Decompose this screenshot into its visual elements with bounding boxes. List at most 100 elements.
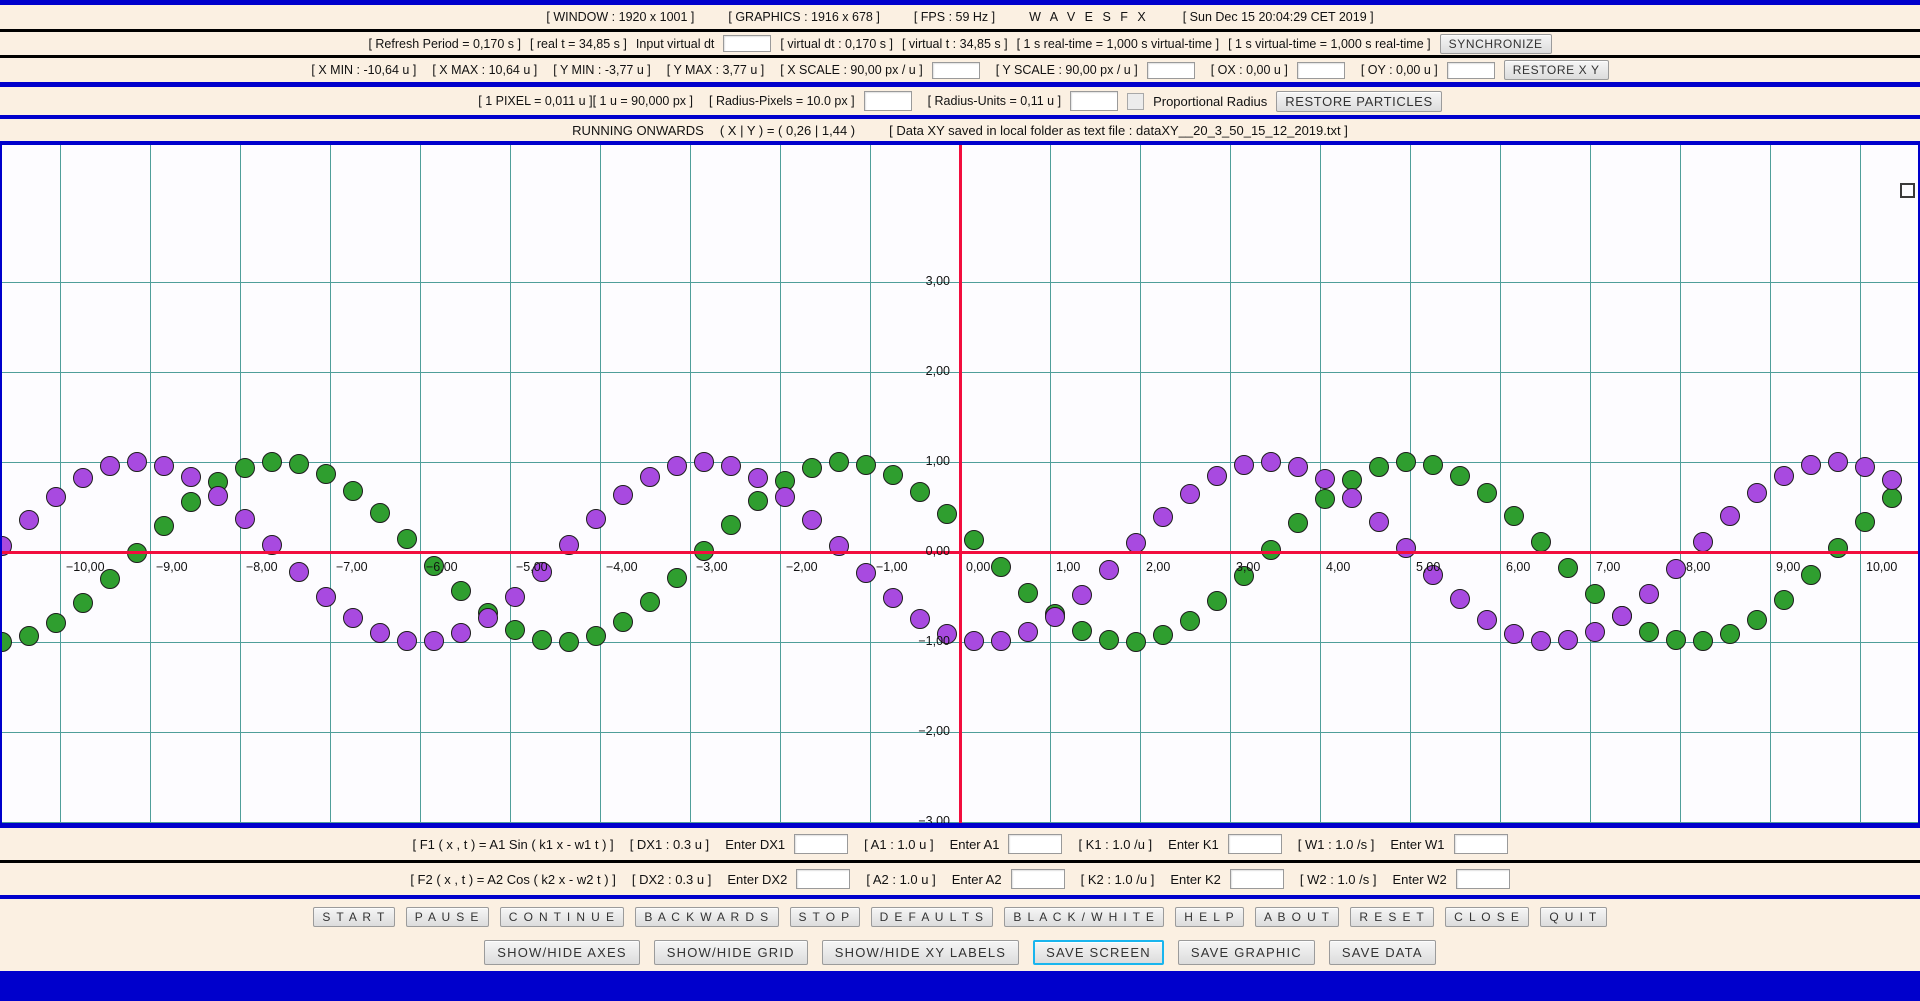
particle-f2 <box>775 486 796 507</box>
enter-w1-field[interactable] <box>1453 834 1508 854</box>
particle-f1 <box>1423 454 1444 475</box>
button-save-screen[interactable]: SAVE SCREEN <box>1033 940 1164 965</box>
particle-f2 <box>1882 469 1903 490</box>
enter-k1-field[interactable] <box>1227 834 1282 854</box>
f2-row: [ F2 ( x , t ) = A2 Cos ( k2 x - w2 t ) … <box>0 863 1920 895</box>
particle-f2 <box>640 467 661 488</box>
button-black-white[interactable]: B L A C K / W H I T E <box>1004 906 1165 927</box>
particle-f2 <box>694 452 715 472</box>
button-pause[interactable]: P A U S E <box>405 906 489 927</box>
enter-a2-field[interactable] <box>1010 869 1065 889</box>
particle-f2 <box>1612 605 1633 626</box>
button-save-data[interactable]: SAVE DATA <box>1328 940 1436 965</box>
particle-f2 <box>1585 621 1606 642</box>
particle-f1 <box>46 612 67 633</box>
particle-f1 <box>1369 457 1390 478</box>
particle-f2 <box>1747 483 1768 504</box>
x-axis-tick-label: 5,00 <box>1416 560 1441 574</box>
particle-f2 <box>1558 630 1579 651</box>
grid-line-vertical <box>420 145 421 823</box>
particle-f2 <box>1450 589 1471 610</box>
particle-f2 <box>181 467 202 488</box>
f2-formula-label: [ F2 ( x , t ) = A2 Cos ( k2 x - w2 t ) … <box>410 871 616 887</box>
f1-formula-label: [ F1 ( x , t ) = A1 Sin ( k1 x - w1 t ) … <box>412 836 614 852</box>
x-min-label: [ X MIN : -10,64 u ] <box>311 63 417 77</box>
particle-f2 <box>1828 452 1849 473</box>
input-virtual-dt-field[interactable] <box>723 35 772 52</box>
button-about[interactable]: A B O U T <box>1255 906 1340 927</box>
particle-f1 <box>370 502 391 523</box>
button-start[interactable]: S T A R T <box>313 906 395 927</box>
restore-particles-button[interactable]: RESTORE PARTICLES <box>1276 90 1442 112</box>
radius-units-field[interactable] <box>1070 91 1119 111</box>
x-axis-tick-label: −6,00 <box>426 560 458 574</box>
y-axis-tick-label: −3,00 <box>918 814 950 823</box>
y-axis-tick-label: 3,00 <box>925 274 950 288</box>
enter-dx1-field[interactable] <box>794 834 849 854</box>
proportional-radius-checkbox[interactable] <box>1127 92 1145 110</box>
x-axis-tick-label: 6,00 <box>1506 560 1531 574</box>
button-show-hide-axes[interactable]: SHOW/HIDE AXES <box>484 940 640 965</box>
enter-k2-field[interactable] <box>1229 869 1284 889</box>
button-backwards[interactable]: B A C K W A R D S <box>635 906 779 927</box>
scale-row: [ X MIN : -10,64 u ] [ X MAX : 10,64 u ]… <box>0 58 1920 82</box>
particle-f2 <box>505 586 526 607</box>
particle-f2 <box>586 508 607 529</box>
button-save-graphic[interactable]: SAVE GRAPHIC <box>1177 940 1315 965</box>
y-scale-field[interactable] <box>1146 61 1195 79</box>
grid-line-vertical <box>1860 145 1861 823</box>
button-defaults[interactable]: D E F A U L T S <box>870 906 994 927</box>
window-size-label: [ WINDOW : 1920 x 1001 ] <box>546 10 695 24</box>
particle-f1 <box>1666 630 1687 651</box>
real-time-label: [ real t = 34,85 s ] <box>529 36 627 51</box>
particle-f1 <box>1747 610 1768 631</box>
particle-f2 <box>1099 560 1120 581</box>
x-scale-field[interactable] <box>931 61 980 79</box>
particle-f1 <box>181 491 202 512</box>
button-reset[interactable]: R E S E T <box>1350 906 1435 927</box>
particle-f2 <box>964 631 985 652</box>
particle-f2 <box>748 468 769 489</box>
particle-f1 <box>910 481 931 502</box>
particle-f2 <box>100 456 121 477</box>
x-axis-tick-label: 9,00 <box>1776 560 1801 574</box>
button-show-hide-grid[interactable]: SHOW/HIDE GRID <box>653 940 808 965</box>
f1-row: [ F1 ( x , t ) = A1 Sin ( k1 x - w1 t ) … <box>0 828 1920 860</box>
ox-field[interactable] <box>1296 61 1345 79</box>
window-border-bottom <box>0 996 1920 1001</box>
particle-f2 <box>208 485 229 506</box>
particle-f2 <box>1207 466 1228 487</box>
button-continue[interactable]: C O N T I N U E <box>499 906 625 927</box>
x-max-label: [ X MAX : 10,64 u ] <box>432 63 538 77</box>
particle-f1 <box>154 516 175 537</box>
particle-f1 <box>1099 630 1120 651</box>
enter-dx2-field[interactable] <box>796 869 851 889</box>
particle-f1 <box>1855 511 1876 532</box>
button-show-hide-xy-labels[interactable]: SHOW/HIDE XY LABELS <box>821 940 1020 965</box>
particle-f1 <box>1639 621 1660 642</box>
x-axis-tick-label: −1,00 <box>876 560 908 574</box>
restore-xy-button[interactable]: RESTORE X Y <box>1503 60 1609 80</box>
refresh-period-label: [ Refresh Period = 0,170 s ] <box>368 36 521 51</box>
enter-w2-field[interactable] <box>1455 869 1510 889</box>
grid-line-vertical <box>510 145 511 823</box>
button-stop[interactable]: S T O P <box>789 906 860 927</box>
particle-f2 <box>1261 452 1282 473</box>
particle-f2 <box>424 630 445 651</box>
oy-field[interactable] <box>1446 61 1495 79</box>
particle-f1 <box>802 457 823 478</box>
particle-f1 <box>1477 482 1498 503</box>
button-quit[interactable]: Q U I T <box>1540 906 1607 927</box>
particle-f2 <box>721 456 742 477</box>
a1-label: [ A1 : 1.0 u ] <box>864 836 934 852</box>
button-close[interactable]: C L O S E <box>1445 906 1530 927</box>
particle-f2 <box>802 510 823 531</box>
button-help[interactable]: H E L P <box>1175 906 1244 927</box>
x-axis-tick-label: 7,00 <box>1596 560 1621 574</box>
enter-a1-field[interactable] <box>1008 834 1063 854</box>
radius-pixels-field[interactable] <box>863 91 912 111</box>
synchronize-button[interactable]: SYNCHRONIZE <box>1439 33 1552 54</box>
x-axis-tick-label: 3,00 <box>1236 560 1261 574</box>
enter-w1-label: Enter W1 <box>1390 836 1445 852</box>
plot-canvas[interactable]: −10,00 −9,00 −8,00 −7,00 −6,00 −5,00 −4,00 −3,0… <box>2 145 1918 823</box>
